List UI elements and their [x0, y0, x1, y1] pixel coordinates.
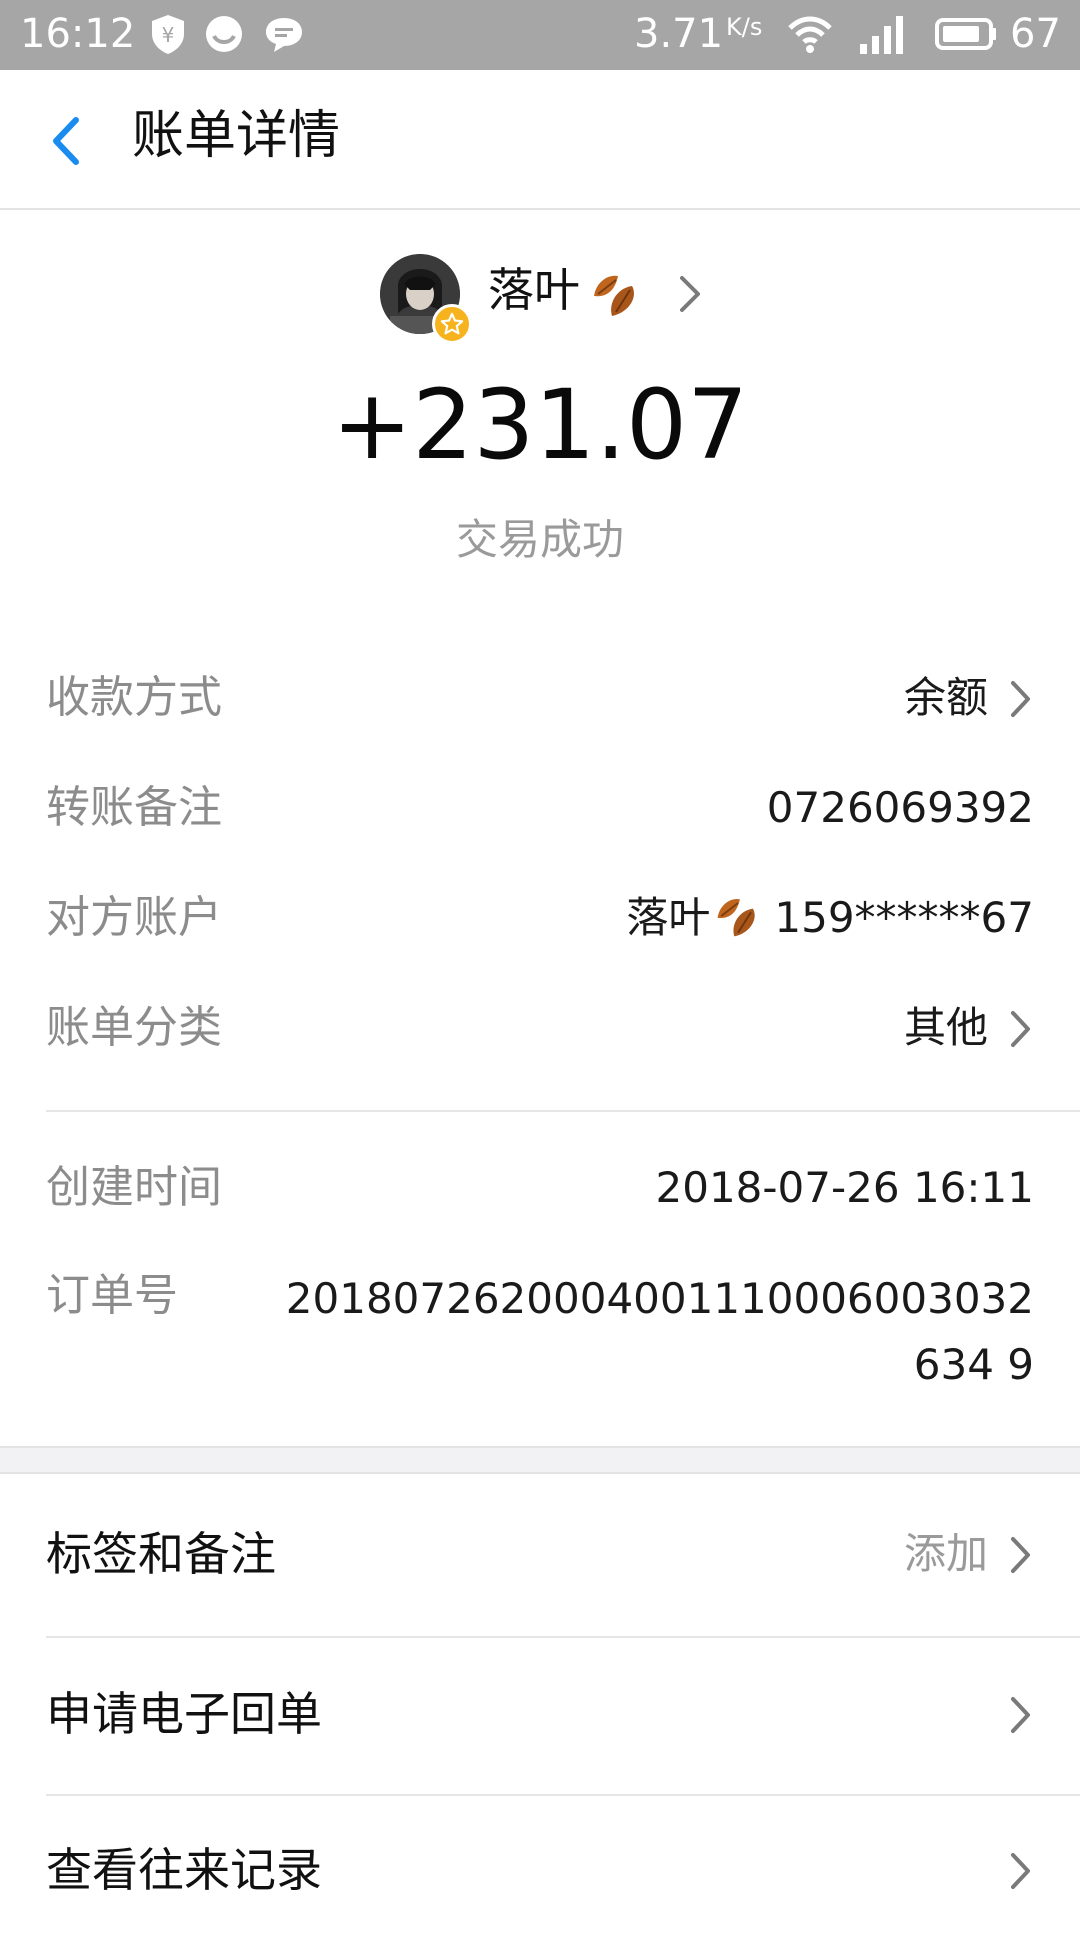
star-badge-icon — [432, 304, 472, 344]
net-speed-unit: K/s — [726, 13, 763, 41]
detail-row-counterparty-account: 对方账户 落叶 159******67 — [46, 888, 1034, 948]
detail-label: 订单号 — [46, 1270, 178, 1321]
transaction-amount: +231.07 — [331, 369, 749, 481]
chevron-right-icon — [1011, 1537, 1030, 1573]
page-title: 账单详情 — [132, 106, 341, 166]
detail-row-bill-category[interactable]: 账单分类 其他 — [46, 998, 1034, 1058]
detail-row-transfer-note: 转账备注 0726069392 — [46, 778, 1034, 838]
detail-row-order-number: 订单号 2018072620004001110006003032634 9 — [46, 1266, 1034, 1406]
avatar — [380, 254, 472, 344]
status-bar: 16:12 ¥ 3.71 K/s 67 — [0, 0, 1080, 70]
chevron-right-icon — [1011, 1011, 1030, 1047]
detail-value: 2018-07-26 16:11 — [655, 1163, 1034, 1212]
top-navigation-bar: 账单详情 — [0, 70, 1080, 210]
divider — [46, 1636, 1080, 1638]
net-speed: 3.71 — [634, 11, 724, 57]
status-time: 16:12 — [20, 11, 136, 57]
chevron-right-icon — [1011, 681, 1030, 717]
chevron-right-icon — [1011, 1697, 1030, 1733]
detail-value: 余额 — [903, 673, 988, 722]
detail-value-account: 落叶 159******67 — [626, 888, 1034, 948]
section-separator — [0, 1446, 1080, 1474]
leaf-icon — [717, 899, 756, 937]
detail-row-created-time: 创建时间 2018-07-26 16:11 — [46, 1158, 1034, 1218]
detail-value: 0726069392 — [766, 783, 1034, 832]
detail-label: 转账备注 — [46, 782, 222, 833]
detail-row-payment-method[interactable]: 收款方式 余额 — [46, 668, 1034, 728]
transaction-status: 交易成功 — [455, 515, 624, 564]
face-icon — [206, 16, 242, 52]
action-label: 查看往来记录 — [46, 1843, 322, 1897]
leaf-icon — [594, 275, 634, 316]
request-e-receipt-row[interactable]: 申请电子回单 — [46, 1644, 1034, 1784]
divider — [46, 1110, 1080, 1112]
chevron-right-icon — [1011, 1853, 1030, 1889]
detail-label: 账单分类 — [46, 1002, 222, 1053]
detail-label: 创建时间 — [46, 1162, 222, 1213]
action-label: 申请电子回单 — [46, 1687, 322, 1741]
signal-icon — [860, 16, 903, 54]
account-name: 落叶 — [626, 893, 711, 942]
battery-icon — [935, 18, 996, 50]
account-number: 159******67 — [774, 893, 1034, 942]
action-hint: 添加 — [903, 1529, 988, 1578]
view-transaction-history-row[interactable]: 查看往来记录 — [46, 1800, 1034, 1940]
divider — [46, 1794, 1080, 1796]
counterparty-profile[interactable]: 落叶 — [0, 240, 1080, 350]
order-number-value: 2018072620004001110006003032634 9 — [285, 1274, 1034, 1389]
action-label: 标签和备注 — [46, 1527, 276, 1581]
svg-text:¥: ¥ — [162, 23, 175, 47]
battery-level: 67 — [1010, 11, 1061, 57]
chat-bubble-icon — [266, 18, 302, 52]
tags-and-notes-row[interactable]: 标签和备注 添加 — [46, 1484, 1034, 1624]
detail-value: 其他 — [903, 1003, 988, 1052]
detail-label: 收款方式 — [46, 672, 222, 723]
shield-yen-icon: ¥ — [152, 15, 184, 54]
counterparty-name: 落叶 — [488, 263, 580, 317]
chevron-right-icon — [680, 276, 700, 312]
wifi-icon — [788, 16, 832, 53]
back-button[interactable] — [40, 106, 100, 176]
detail-label: 对方账户 — [46, 892, 222, 943]
